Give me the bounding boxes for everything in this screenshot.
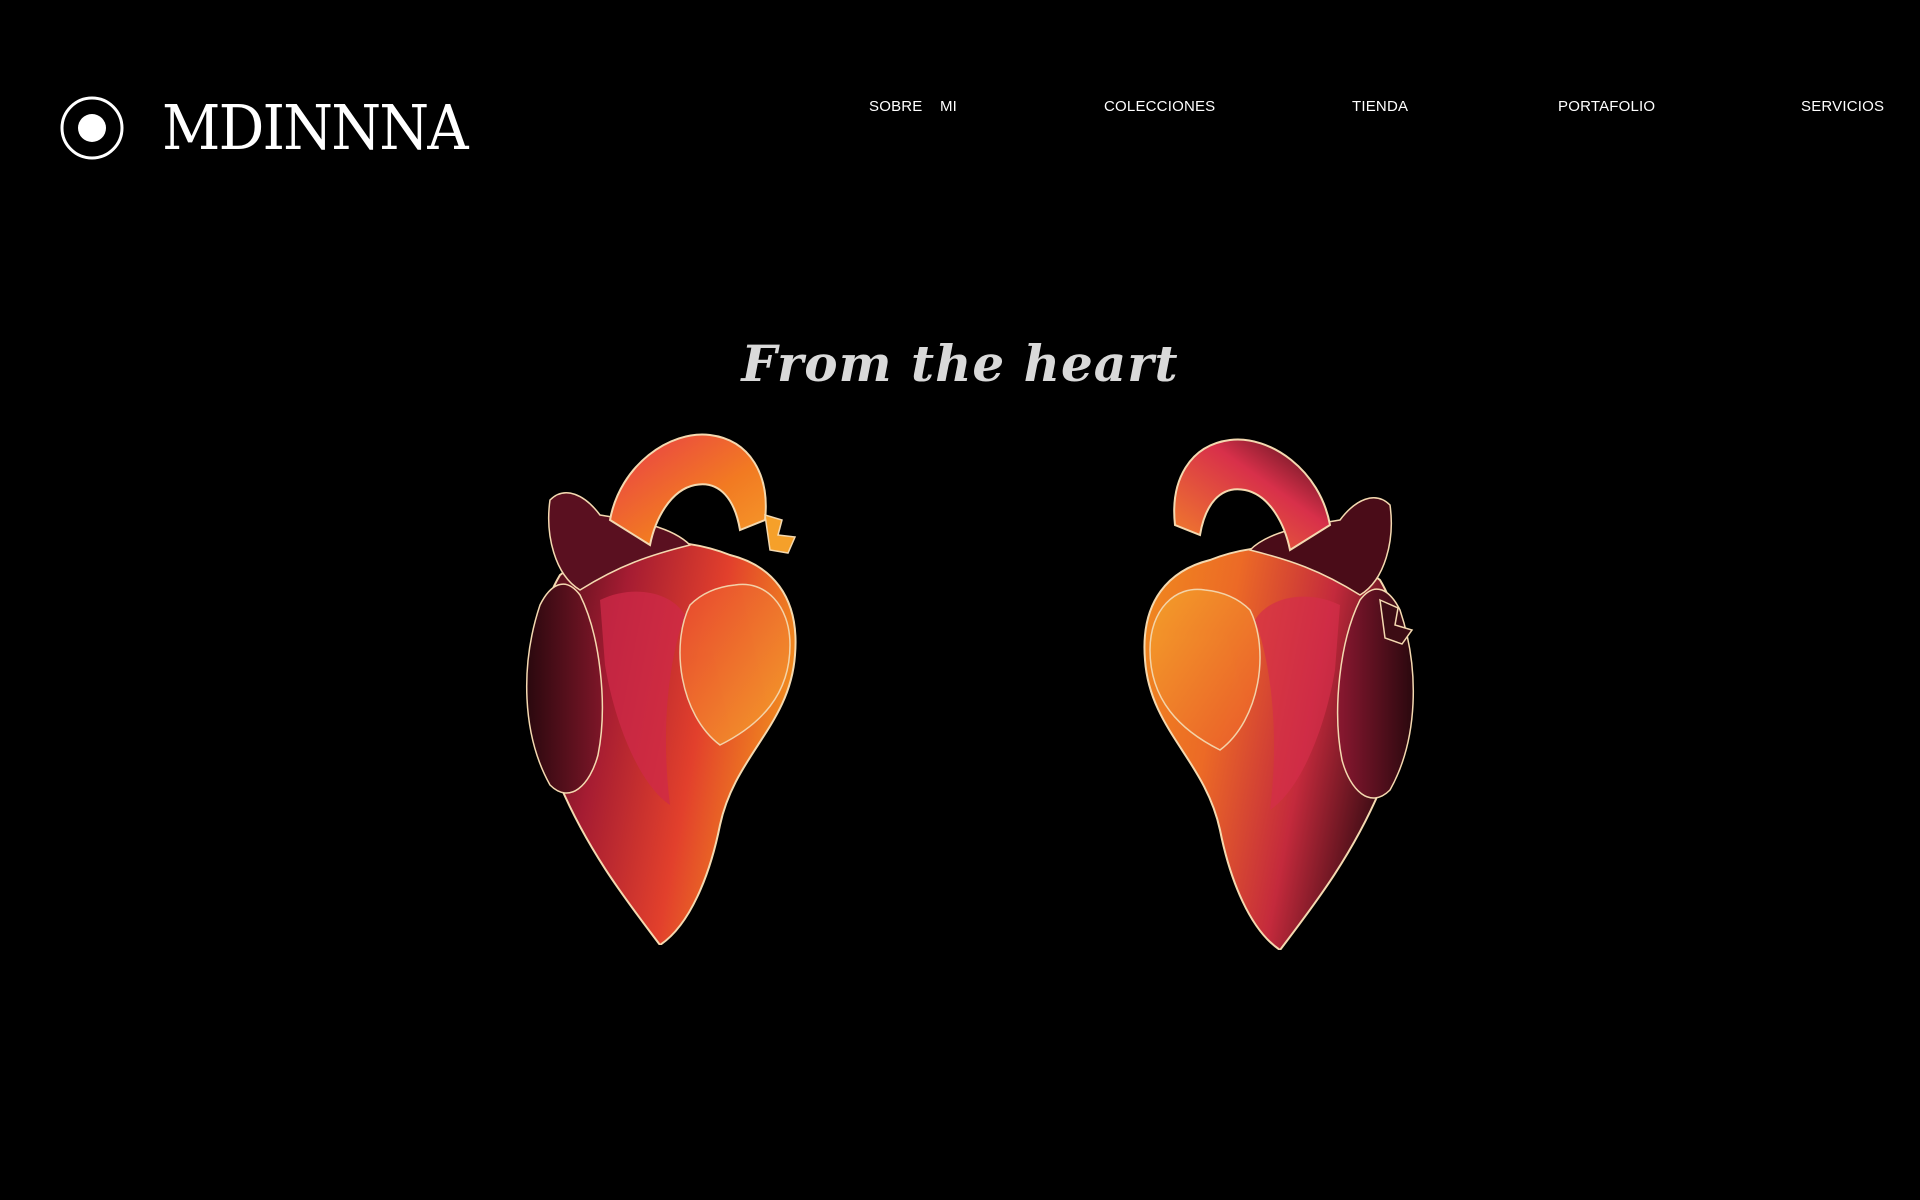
nav-item-portafolio[interactable]: PORTAFOLIO [1558, 98, 1655, 115]
site-header: MDINNNA SOBRE MI COLECCIONES TIENDA PORT… [0, 0, 1920, 200]
heart-aorta [1173, 438, 1332, 552]
hero-tagline: From the heart [741, 333, 1179, 393]
main-nav: SOBRE MI COLECCIONES TIENDA PORTAFOLIO S… [0, 98, 1920, 122]
nav-item-sobre-mi[interactable]: SOBRE MI [869, 98, 957, 115]
heart-painting-left [525, 433, 797, 945]
nav-item-servicios[interactable]: SERVICIOS [1801, 98, 1884, 115]
heart-vessels [1379, 598, 1414, 645]
nav-item-tienda[interactable]: TIENDA [1352, 98, 1408, 115]
heart-vessels [764, 513, 797, 554]
heart-aorta [608, 433, 767, 547]
nav-item-colecciones[interactable]: COLECCIONES [1104, 98, 1215, 115]
heart-painting-right [1143, 438, 1415, 950]
